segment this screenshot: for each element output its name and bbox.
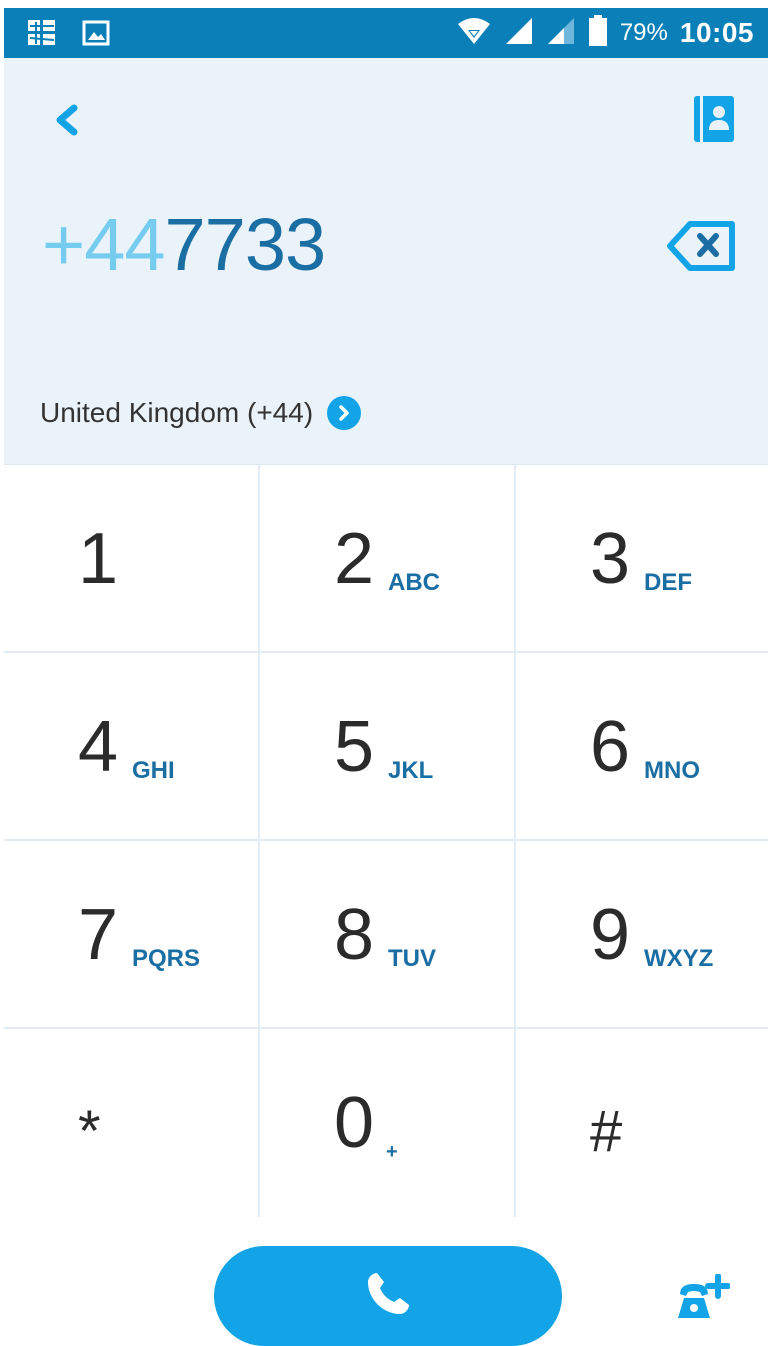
key-letters: PQRS (132, 945, 201, 972)
country-selector[interactable]: United Kingdom (+44) (40, 396, 362, 430)
key-hash[interactable]: # (516, 1029, 768, 1217)
key-digit: 8 (334, 895, 375, 975)
dial-header: +447733 United Kingdom (+44) (4, 58, 768, 464)
key-digit: 4 (78, 707, 119, 787)
add-to-contacts-button[interactable] (676, 1273, 731, 1322)
key-letters: DEF (644, 569, 692, 596)
key-0[interactable]: 0 + (260, 1029, 516, 1217)
key-digit: 0 (334, 1083, 375, 1163)
image-icon (82, 20, 110, 51)
key-digit: 7 (78, 895, 119, 975)
battery-percent: 79% (619, 19, 668, 46)
key-digit: 9 (590, 895, 631, 975)
chevron-left-icon (48, 104, 88, 144)
dial-pad: 1 2 ABC 3 DEF 4 GHI 5 JKL 6 MNO 7 PQRS 8… (4, 464, 768, 1217)
key-letters: MNO (644, 757, 700, 784)
key-letters: + (386, 1141, 398, 1163)
chevron-right-icon (327, 396, 362, 430)
signal-icon (504, 16, 534, 51)
key-letters: GHI (132, 757, 175, 784)
key-2[interactable]: 2 ABC (260, 465, 516, 653)
signal-icon-2 (546, 16, 576, 51)
key-8[interactable]: 8 TUV (260, 841, 516, 1029)
key-1[interactable]: 1 (4, 465, 260, 653)
key-digit: 2 (334, 519, 375, 599)
key-digit: * (78, 1099, 101, 1164)
key-letters: ABC (388, 569, 440, 596)
key-9[interactable]: 9 WXYZ (516, 841, 768, 1029)
wifi-icon (456, 16, 492, 51)
battery-icon (588, 14, 608, 52)
key-digit: 1 (78, 519, 119, 599)
key-digit: 3 (590, 519, 631, 599)
key-7[interactable]: 7 PQRS (4, 841, 260, 1029)
key-digit: # (590, 1099, 623, 1164)
status-bar: 79% 10:05 (4, 8, 768, 58)
backspace-button[interactable] (666, 218, 738, 274)
key-letters: JKL (388, 757, 434, 784)
clock: 10:05 (679, 17, 754, 48)
country-code-prefix: +44 (42, 203, 166, 286)
contact-book-icon (690, 96, 738, 148)
back-button[interactable] (48, 100, 88, 140)
call-button[interactable] (214, 1246, 562, 1346)
phone-icon (363, 1269, 413, 1324)
key-4[interactable]: 4 GHI (4, 653, 260, 841)
backspace-icon (666, 221, 738, 278)
key-3[interactable]: 3 DEF (516, 465, 768, 653)
country-label: United Kingdom (+44) (40, 397, 314, 428)
app-notification-icon (26, 18, 58, 53)
entered-digits: 7733 (164, 203, 327, 286)
phone-number-display: +447733 (42, 208, 326, 282)
key-digit: 6 (590, 707, 631, 787)
contacts-button[interactable] (690, 94, 738, 144)
key-letters: TUV (388, 945, 436, 972)
key-star[interactable]: * (4, 1029, 260, 1217)
add-phone-icon (676, 1273, 731, 1326)
key-digit: 5 (334, 707, 375, 787)
key-6[interactable]: 6 MNO (516, 653, 768, 841)
key-5[interactable]: 5 JKL (260, 653, 516, 841)
key-letters: WXYZ (644, 945, 714, 972)
